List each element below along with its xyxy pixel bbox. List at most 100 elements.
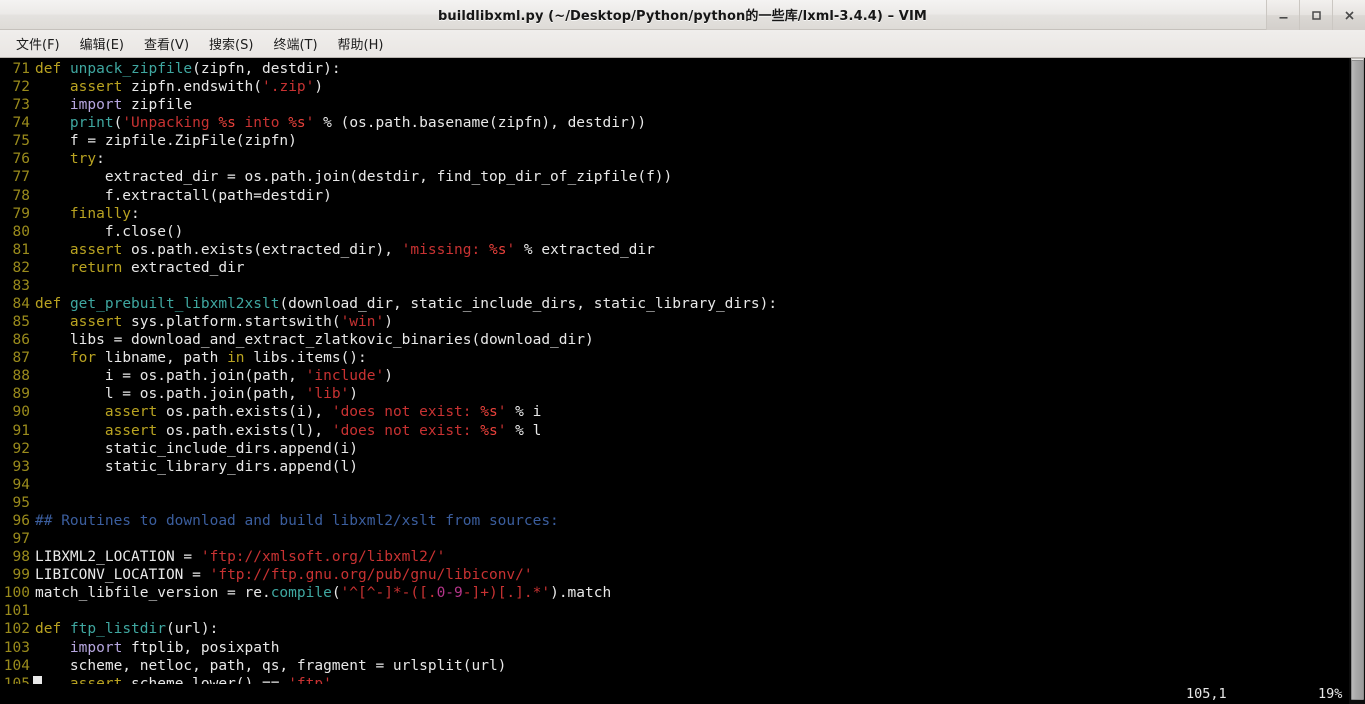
window-controls [1266,0,1365,30]
code-line: 92 static_include_dirs.append(i) [0,440,1348,458]
code-token: f = zipfile.ZipFile(zipfn) [35,133,297,150]
code-token: 'Unpacking [122,115,219,132]
menu-search[interactable]: 搜索(S) [199,31,263,56]
code-token: assert [104,422,158,439]
code-token: LIBXML2_LOCATION = [35,549,201,566]
code-line: 71 def unpack_zipfile(zipfn, destdir): [0,60,1348,78]
code-token: LIBICONV_LOCATION = [35,567,210,584]
line-number: 99 [12,567,30,584]
menu-help[interactable]: 帮助(H) [328,31,394,56]
line-number: 73 [12,97,30,114]
code-token: zipfn.endswith( [122,79,262,96]
code-line: 75 f = zipfile.ZipFile(zipfn) [0,132,1348,150]
menu-terminal[interactable]: 终端(T) [263,31,327,56]
menu-file[interactable]: 文件(F) [6,31,70,56]
line-number: 90 [12,404,30,421]
code-line: 74 print('Unpacking %s into %s' % (os.pa… [0,114,1348,132]
code-line: 79 finally: [0,205,1348,223]
code-line: 104 scheme, netloc, path, qs, fragment =… [0,657,1348,675]
code-token: 'ftp://xmlsoft.org/libxml2/' [200,549,446,566]
line-number: 84 [12,296,30,313]
code-editor[interactable]: 71 def unpack_zipfile(zipfn, destdir): 72 … [0,58,1348,704]
line-number: 97 [12,531,30,548]
vim-statusline: 105,1 19% [0,684,1348,704]
code-token: match_libfile_version = re. [35,585,271,602]
code-token: extracted_dir [122,259,245,276]
code-line: 90 assert os.path.exists(i), 'does not e… [0,403,1348,421]
code-line: 91 assert os.path.exists(l), 'does not e… [0,422,1348,440]
minimize-icon [1277,9,1290,22]
code-line: 82 return extracted_dir [0,259,1348,277]
code-token: 'ftp://ftp.gnu.org/pub/gnu/libiconv/' [209,567,533,584]
line-number: 93 [12,458,30,475]
code-token: 'lib' [305,386,350,403]
code-line: 102 def ftp_listdir(url): [0,620,1348,638]
maximize-icon [1310,9,1323,22]
code-token: (zipfn, destdir): [192,61,341,77]
line-number: 79 [12,205,30,222]
window-title: buildlibxml.py (~/Desktop/Python/python的… [438,9,927,24]
code-token: ## Routines to download and build libxml… [35,512,559,529]
code-token: compile [270,585,332,602]
code-token: static_library_dirs.append(l) [35,458,359,475]
code-line: 83 [0,277,1348,295]
line-number: 88 [12,368,30,385]
line-number: 83 [12,277,30,294]
code-token: finally [69,205,132,222]
code-token: 'include' [305,368,385,385]
menu-edit[interactable]: 编辑(E) [70,31,134,56]
code-token: get_prebuilt_libxml2xslt [69,296,280,313]
code-token: % (os.path.basename(zipfn), destdir)) [314,115,647,132]
close-button[interactable] [1332,0,1365,30]
code-line: 81 assert os.path.exists(extracted_dir),… [0,241,1348,259]
minimize-button[interactable] [1266,0,1299,30]
line-number: 77 [12,169,30,186]
code-token: def [35,296,62,313]
code-token: ( [331,585,341,602]
line-number: 89 [12,386,30,403]
code-token: %s [488,241,507,258]
line-number: 75 [12,133,30,150]
scrollbar-thumb[interactable] [1351,60,1364,700]
code-token: % extracted_dir [515,241,655,258]
code-token: % l [506,422,542,439]
code-token: sys.platform.startswith( [122,314,341,331]
code-line: 103 import ftplib, posixpath [0,639,1348,657]
code-line: 73 import zipfile [0,96,1348,114]
code-line: 95 [0,494,1348,512]
close-icon [1343,9,1356,22]
code-token: '^[^-]*-([. [340,585,437,602]
code-token: ) [349,386,359,403]
line-number: 92 [12,440,30,457]
menu-view[interactable]: 查看(V) [134,31,199,56]
line-number: 76 [12,151,30,168]
code-token: 'win' [340,314,385,331]
line-number: 98 [12,549,30,566]
code-token: assert [69,241,123,258]
code-token: ).match [550,585,612,602]
code-line: 80 f.close() [0,223,1348,241]
maximize-button[interactable] [1299,0,1332,30]
status-ruler: 105,1 [1186,685,1227,702]
line-number: 71 [12,61,30,77]
code-token: assert [104,404,158,421]
vertical-scrollbar[interactable] [1348,58,1365,704]
code-token: '.zip' [262,79,315,96]
line-number: 72 [12,79,30,96]
code-token: libs = download_and_extract_zlatkovic_bi… [35,332,594,349]
code-line: 94 [0,476,1348,494]
code-token: libs.items(): [244,350,367,367]
code-token: (download_dir, static_include_dirs, stat… [279,296,778,313]
code-line: 89 l = os.path.join(path, 'lib') [0,385,1348,403]
